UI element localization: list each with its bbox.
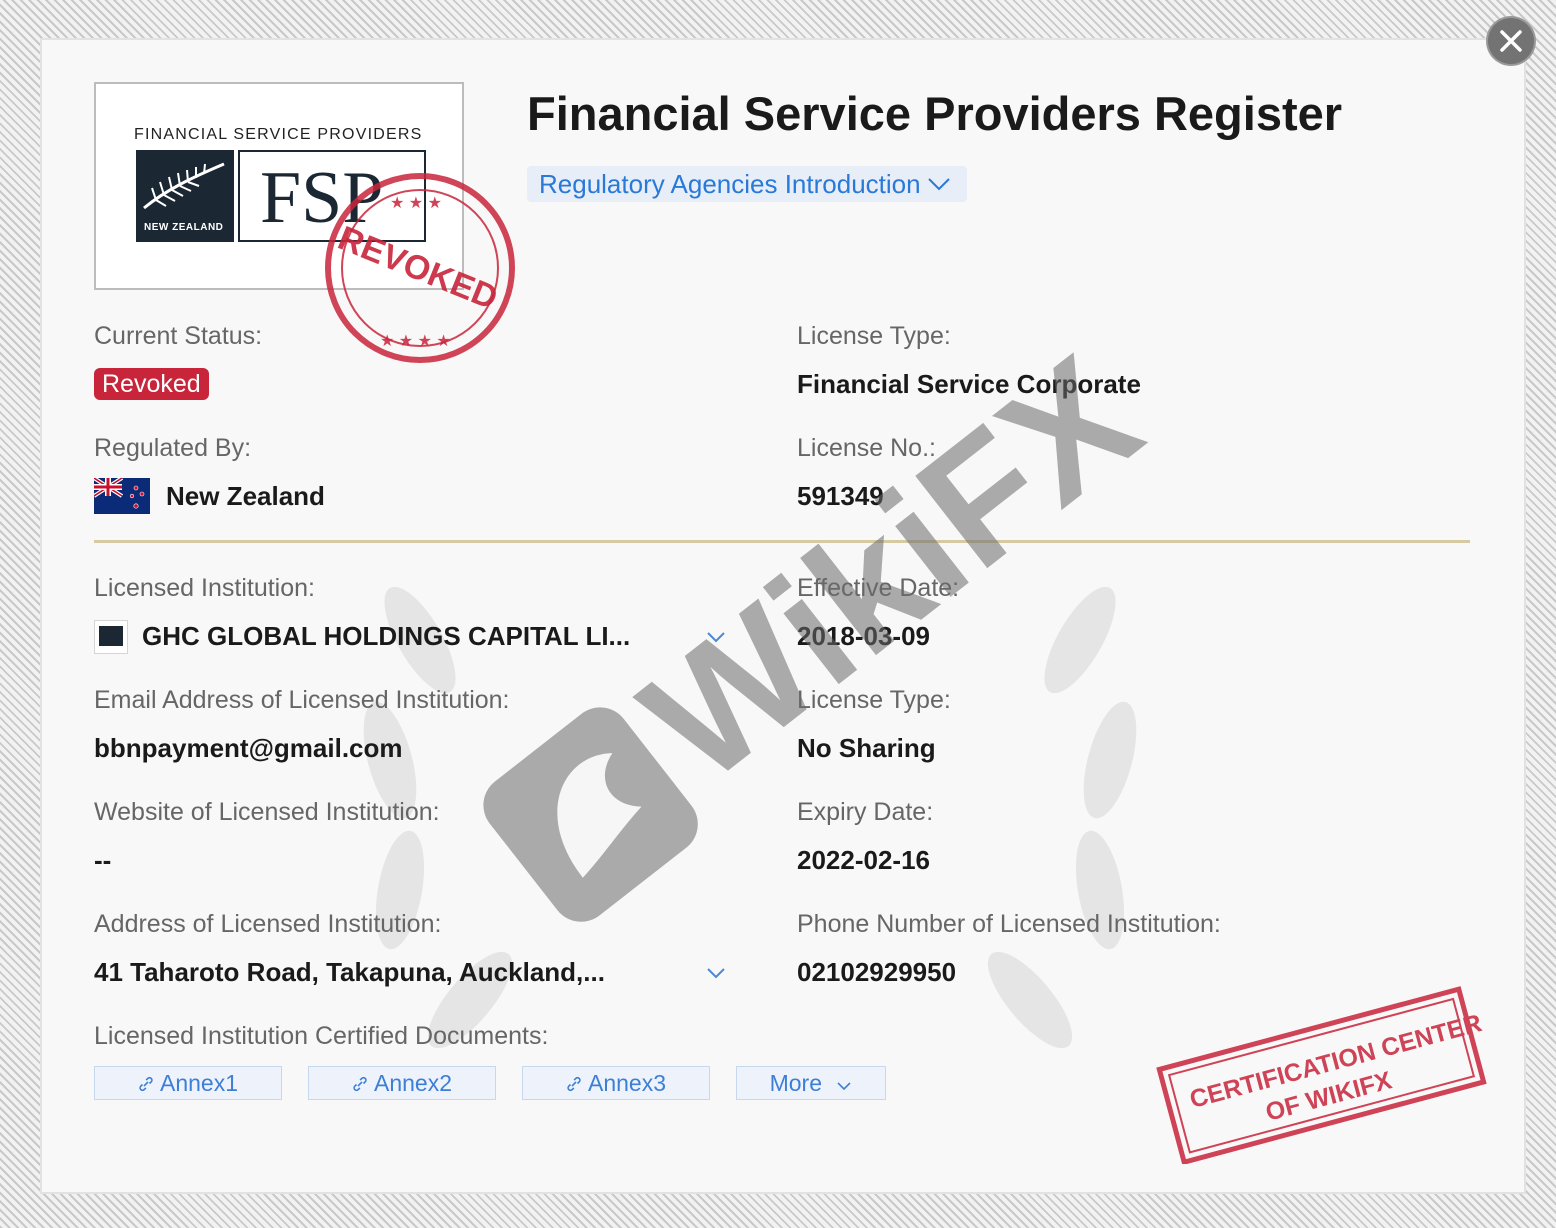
regulated-by-value: New Zealand bbox=[166, 481, 325, 511]
phone-value: 02102929950 bbox=[797, 957, 957, 987]
logo-caption: FINANCIAL SERVICE PROVIDERS bbox=[134, 126, 423, 143]
link-icon bbox=[567, 1076, 581, 1092]
annex2-button[interactable]: Annex2 bbox=[308, 1066, 496, 1100]
phone-label: Phone Number of Licensed Institution: bbox=[797, 910, 1221, 938]
licensed-institution-value: GHC GLOBAL HOLDINGS CAPITAL LI... bbox=[142, 621, 631, 651]
svg-text:★ ★ ★: ★ ★ ★ bbox=[390, 195, 442, 212]
license-type-2-label: License Type: bbox=[797, 686, 951, 714]
effective-date-value: 2018-03-09 bbox=[797, 621, 930, 651]
svg-text:★ ★ ★ ★: ★ ★ ★ ★ bbox=[380, 333, 451, 350]
website-label: Website of Licensed Institution: bbox=[94, 798, 440, 826]
chevron-down-icon bbox=[927, 178, 950, 191]
annex3-button[interactable]: Annex3 bbox=[522, 1066, 710, 1100]
license-type-2-value: No Sharing bbox=[797, 733, 936, 763]
fern-logo: NEW ZEALAND bbox=[136, 150, 234, 242]
website-value: -- bbox=[94, 845, 112, 875]
expiry-date-value: 2022-02-16 bbox=[797, 845, 930, 875]
expiry-date-label: Expiry Date: bbox=[797, 798, 934, 826]
licensed-institution-label: Licensed Institution: bbox=[94, 574, 315, 602]
annex1-label: Annex1 bbox=[159, 1070, 238, 1096]
email-value: bbnpayment@gmail.com bbox=[94, 733, 403, 763]
more-documents-button[interactable]: More bbox=[736, 1066, 886, 1100]
address-value: 41 Taharoto Road, Takapuna, Auckland,... bbox=[94, 957, 605, 987]
effective-date-label: Effective Date: bbox=[797, 574, 960, 602]
link-icon bbox=[139, 1076, 153, 1092]
fern-text: NEW ZEALAND bbox=[144, 222, 224, 233]
annex3-label: Annex3 bbox=[587, 1070, 666, 1096]
regulatory-agencies-label: Regulatory Agencies Introduction bbox=[539, 169, 921, 199]
license-no-label: License No.: bbox=[797, 434, 936, 462]
regulated-by-label: Regulated By: bbox=[94, 434, 252, 462]
revoked-stamp-text: REVOKED bbox=[333, 219, 503, 317]
license-type-label: License Type: bbox=[797, 322, 951, 350]
current-status-label: Current Status: bbox=[94, 322, 263, 350]
close-icon bbox=[1500, 30, 1522, 52]
link-icon bbox=[353, 1076, 367, 1092]
institution-expand-chevron-icon[interactable] bbox=[706, 630, 726, 644]
address-label: Address of Licensed Institution: bbox=[94, 910, 442, 938]
institution-logo-icon bbox=[94, 620, 128, 654]
section-divider bbox=[94, 540, 1470, 543]
license-no-value: 591349 bbox=[797, 481, 884, 511]
new-zealand-flag-icon bbox=[94, 478, 150, 514]
email-label: Email Address of Licensed Institution: bbox=[94, 686, 510, 714]
fern-icon bbox=[143, 162, 225, 210]
address-expand-chevron-icon[interactable] bbox=[706, 966, 726, 980]
revoked-stamp-icon: ★ ★ ★ ★ ★ ★ ★ REVOKED bbox=[325, 173, 515, 363]
page-title: Financial Service Providers Register bbox=[527, 87, 1343, 140]
close-button[interactable] bbox=[1488, 18, 1534, 64]
status-badge: Revoked bbox=[94, 368, 209, 400]
certification-stamp-icon: CERTIFICATION CENTER OF WIKIFX bbox=[1156, 986, 1487, 1164]
annex1-button[interactable]: Annex1 bbox=[94, 1066, 282, 1100]
documents-label: Licensed Institution Certified Documents… bbox=[94, 1022, 549, 1050]
chevron-down-icon bbox=[837, 1082, 851, 1091]
more-label: More bbox=[769, 1070, 822, 1096]
annex2-label: Annex2 bbox=[373, 1070, 452, 1096]
regulatory-agencies-dropdown[interactable]: Regulatory Agencies Introduction bbox=[527, 166, 967, 202]
license-type-value: Financial Service Corporate bbox=[797, 369, 1141, 399]
